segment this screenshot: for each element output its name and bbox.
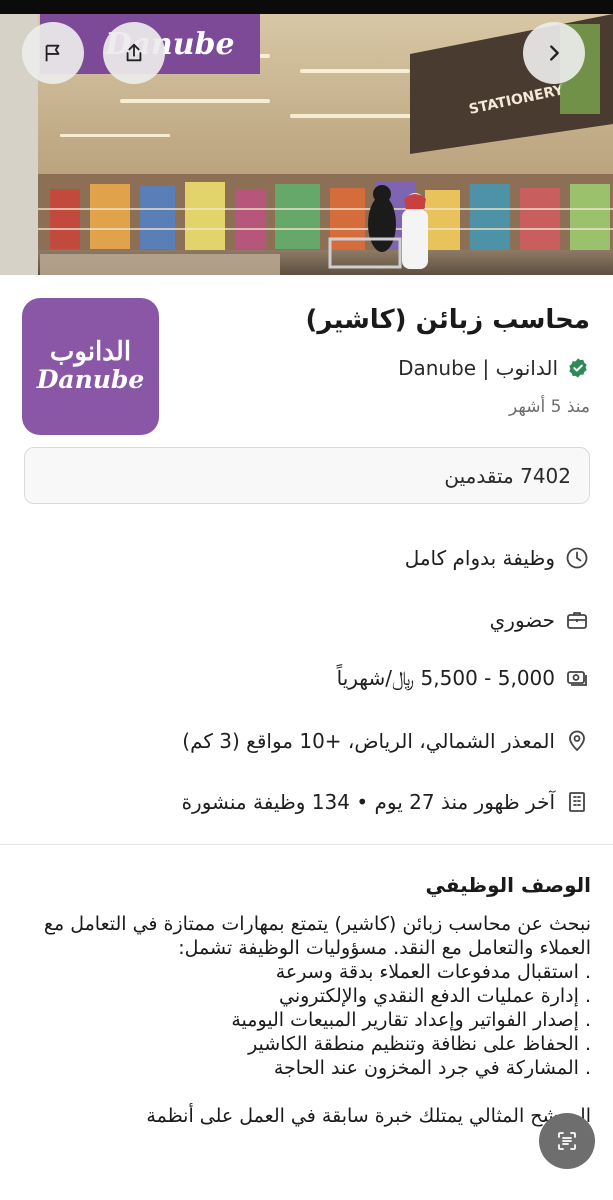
store-interior-illustration: Danube STATIONERY [0, 14, 613, 275]
briefcase-icon [565, 608, 589, 632]
location-pin-icon [565, 729, 589, 753]
job-description: نبحث عن محاسب زبائن (كاشير) يتمتع بمهارا… [21, 912, 591, 1128]
summary-icon [555, 1129, 579, 1153]
detail-job-type: وظيفة بدوام كامل [405, 540, 589, 576]
detail-text: المعذر الشمالي، الرياض، +10 مواقع (3 كم) [182, 729, 555, 753]
detail-text: 5,000 - 5,500 ﷼/شهرياً [336, 666, 555, 690]
flag-icon [41, 41, 65, 65]
building-icon [565, 790, 589, 814]
hero-image: Danube STATIONERY [0, 14, 613, 275]
description-ideal-candidate: المرشح المثالي يمتلك خبرة سابقة في العمل… [146, 1105, 591, 1127]
responsibilities-list: استقبال مدفوعات العملاء بدقة وسرعة إدارة… [21, 960, 591, 1080]
verified-check-icon [566, 356, 590, 380]
summary-button[interactable] [539, 1113, 595, 1169]
detail-company-activity: آخر ظهور منذ 27 يوم • 134 وظيفة منشورة [182, 784, 589, 820]
list-item: استقبال مدفوعات العملاء بدقة وسرعة [21, 960, 591, 984]
report-button[interactable] [22, 22, 84, 84]
money-icon [565, 666, 589, 690]
detail-text: حضوري [489, 608, 555, 632]
posted-time: منذ 5 أشهر [509, 397, 590, 417]
list-item: إصدار الفواتير وإعداد تقارير المبيعات ال… [21, 1008, 591, 1032]
list-item: المشاركة في جرد المخزون عند الحاجة [21, 1056, 591, 1080]
company-name: Danube | الدانوب [398, 356, 558, 380]
detail-text: آخر ظهور منذ 27 يوم • 134 وظيفة منشورة [181, 790, 555, 814]
detail-text: وظيفة بدوام كامل [404, 546, 555, 570]
detail-work-mode: حضوري [490, 602, 589, 638]
next-button[interactable] [523, 22, 585, 84]
logo-english-text: Danube [36, 364, 145, 394]
list-item: إدارة عمليات الدفع النقدي والإلكتروني [21, 984, 591, 1008]
detail-location[interactable]: المعذر الشمالي، الرياض، +10 مواقع (3 كم) [182, 723, 589, 759]
section-divider [0, 844, 613, 845]
applicants-count: 7402 متقدمين [444, 463, 571, 488]
status-strip [0, 0, 613, 14]
list-item: الحفاظ على نظافة وتنظيم منطقة الكاشير [21, 1032, 591, 1056]
applicants-count-box: 7402 متقدمين [24, 447, 590, 504]
logo-arabic-text: الدانوب [49, 336, 132, 367]
share-icon [122, 41, 146, 65]
chevron-right-icon [542, 41, 566, 65]
clock-icon [565, 546, 589, 570]
description-heading: الوصف الوظيفي [425, 873, 591, 897]
description-intro: نبحث عن محاسب زبائن (كاشير) يتمتع بمهارا… [43, 913, 591, 959]
company-logo[interactable]: الدانوب Danube [22, 298, 159, 435]
detail-salary: 5,000 - 5,500 ﷼/شهرياً [337, 660, 589, 696]
company-link[interactable]: Danube | الدانوب [398, 356, 590, 380]
job-title: محاسب زبائن (كاشير) [305, 305, 590, 335]
share-button[interactable] [103, 22, 165, 84]
